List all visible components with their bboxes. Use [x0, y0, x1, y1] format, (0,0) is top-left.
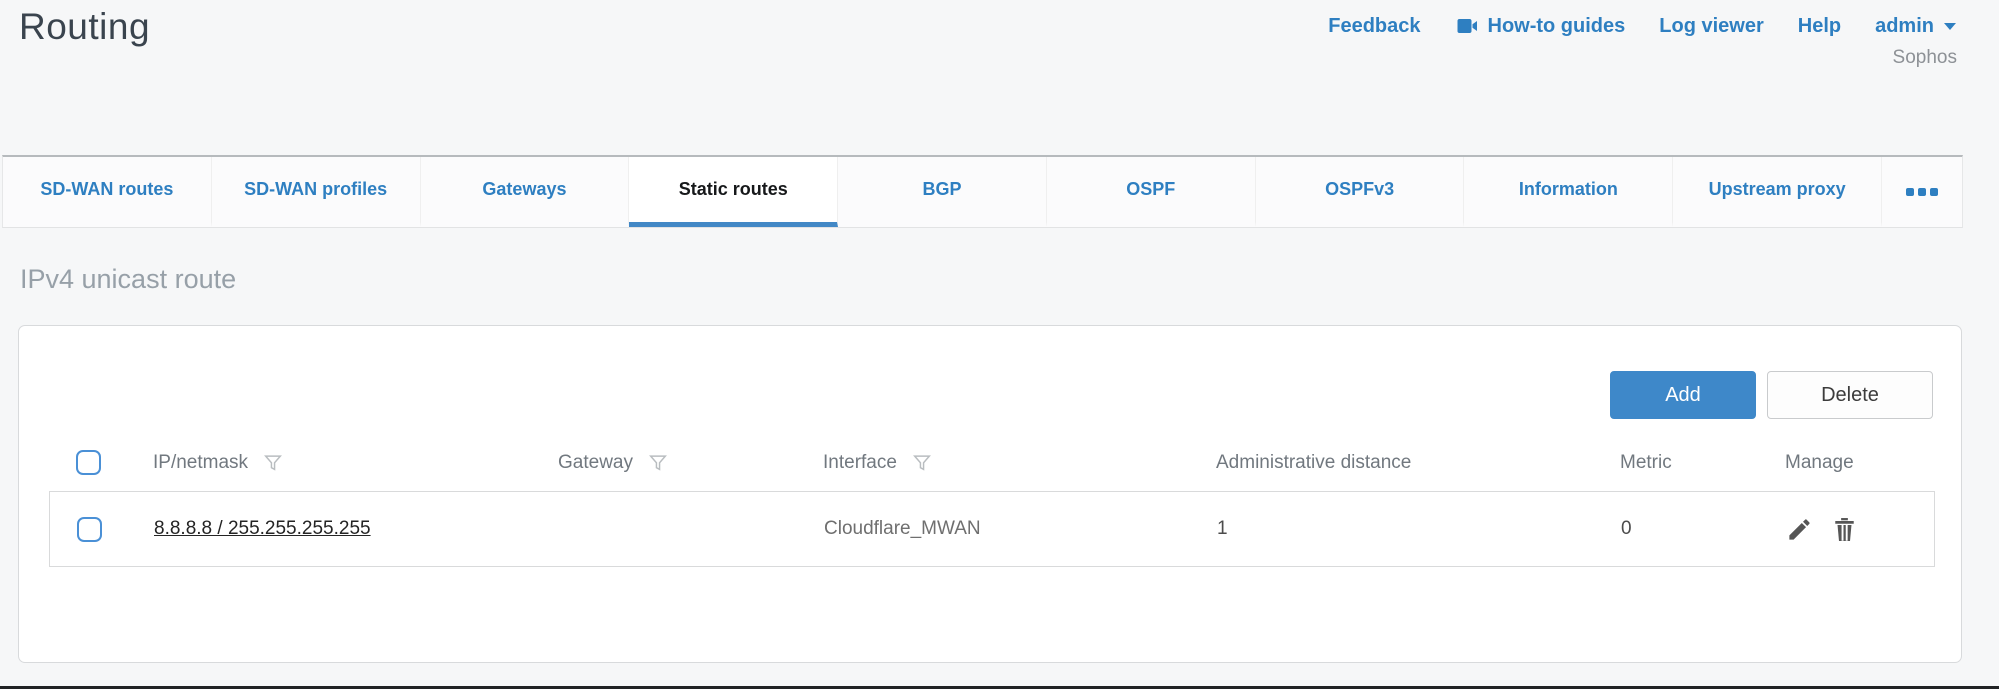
- page-title: Routing: [19, 6, 150, 48]
- log-viewer-link[interactable]: Log viewer: [1659, 15, 1763, 38]
- help-link[interactable]: Help: [1798, 15, 1841, 38]
- edit-icon[interactable]: [1786, 516, 1813, 543]
- column-header-manage: Manage: [1785, 452, 1854, 474]
- caret-down-icon: [1943, 21, 1957, 31]
- cell-interface: Cloudflare_MWAN: [824, 518, 981, 540]
- section-title: IPv4 unicast route: [20, 264, 236, 295]
- column-header-administrative-distance: Administrative distance: [1216, 452, 1411, 473]
- table-header: IP/netmask Gateway Interface Administrat…: [19, 434, 1961, 491]
- cell-administrative-distance: 1: [1217, 518, 1228, 539]
- how-to-guides-label: How-to guides: [1488, 15, 1626, 38]
- video-camera-icon: [1455, 14, 1479, 38]
- help-label: Help: [1798, 15, 1841, 38]
- feedback-link[interactable]: Feedback: [1328, 15, 1420, 38]
- tab-information[interactable]: Information: [1464, 157, 1673, 227]
- add-button[interactable]: Add: [1610, 371, 1756, 419]
- tab-bgp[interactable]: BGP: [838, 157, 1047, 227]
- ellipsis-icon: [1906, 188, 1914, 196]
- filter-icon[interactable]: [262, 452, 284, 474]
- select-all-checkbox[interactable]: [76, 450, 101, 475]
- more-tabs-button[interactable]: [1882, 157, 1962, 227]
- column-header-ip-netmask: IP/netmask: [153, 452, 248, 474]
- tab-sd-wan-routes[interactable]: SD-WAN routes: [3, 157, 212, 227]
- brand-label: Sophos: [1893, 47, 1957, 69]
- column-header-metric: Metric: [1620, 452, 1672, 473]
- tab-ospf[interactable]: OSPF: [1047, 157, 1256, 227]
- tab-bar: SD-WAN routes SD-WAN profiles Gateways S…: [2, 155, 1963, 228]
- ellipsis-icon: [1918, 188, 1926, 196]
- toolbar: Add Delete: [1610, 371, 1933, 419]
- feedback-label: Feedback: [1328, 15, 1420, 38]
- how-to-guides-link[interactable]: How-to guides: [1455, 14, 1626, 38]
- tab-gateways[interactable]: Gateways: [421, 157, 630, 227]
- trash-icon[interactable]: [1831, 516, 1858, 543]
- column-header-interface: Interface: [823, 452, 897, 474]
- routes-panel: Add Delete IP/netmask Gateway Interface …: [18, 325, 1962, 663]
- tab-upstream-proxy[interactable]: Upstream proxy: [1673, 157, 1882, 227]
- column-header-gateway: Gateway: [558, 452, 633, 474]
- admin-label: admin: [1875, 15, 1934, 38]
- top-nav: Feedback How-to guides Log viewer Help a…: [1328, 14, 1957, 38]
- delete-button[interactable]: Delete: [1767, 371, 1933, 419]
- admin-menu[interactable]: admin: [1875, 15, 1957, 38]
- ellipsis-icon: [1930, 188, 1938, 196]
- filter-icon[interactable]: [647, 452, 669, 474]
- tab-ospfv3[interactable]: OSPFv3: [1256, 157, 1465, 227]
- tab-sd-wan-profiles[interactable]: SD-WAN profiles: [212, 157, 421, 227]
- row-checkbox[interactable]: [77, 517, 102, 542]
- filter-icon[interactable]: [911, 452, 933, 474]
- table-row: 8.8.8.8 / 255.255.255.255 Cloudflare_MWA…: [49, 491, 1935, 567]
- cell-metric: 0: [1621, 518, 1632, 539]
- route-ip-netmask-link[interactable]: 8.8.8.8 / 255.255.255.255: [154, 518, 371, 540]
- tab-static-routes[interactable]: Static routes: [629, 157, 838, 227]
- log-viewer-label: Log viewer: [1659, 15, 1763, 38]
